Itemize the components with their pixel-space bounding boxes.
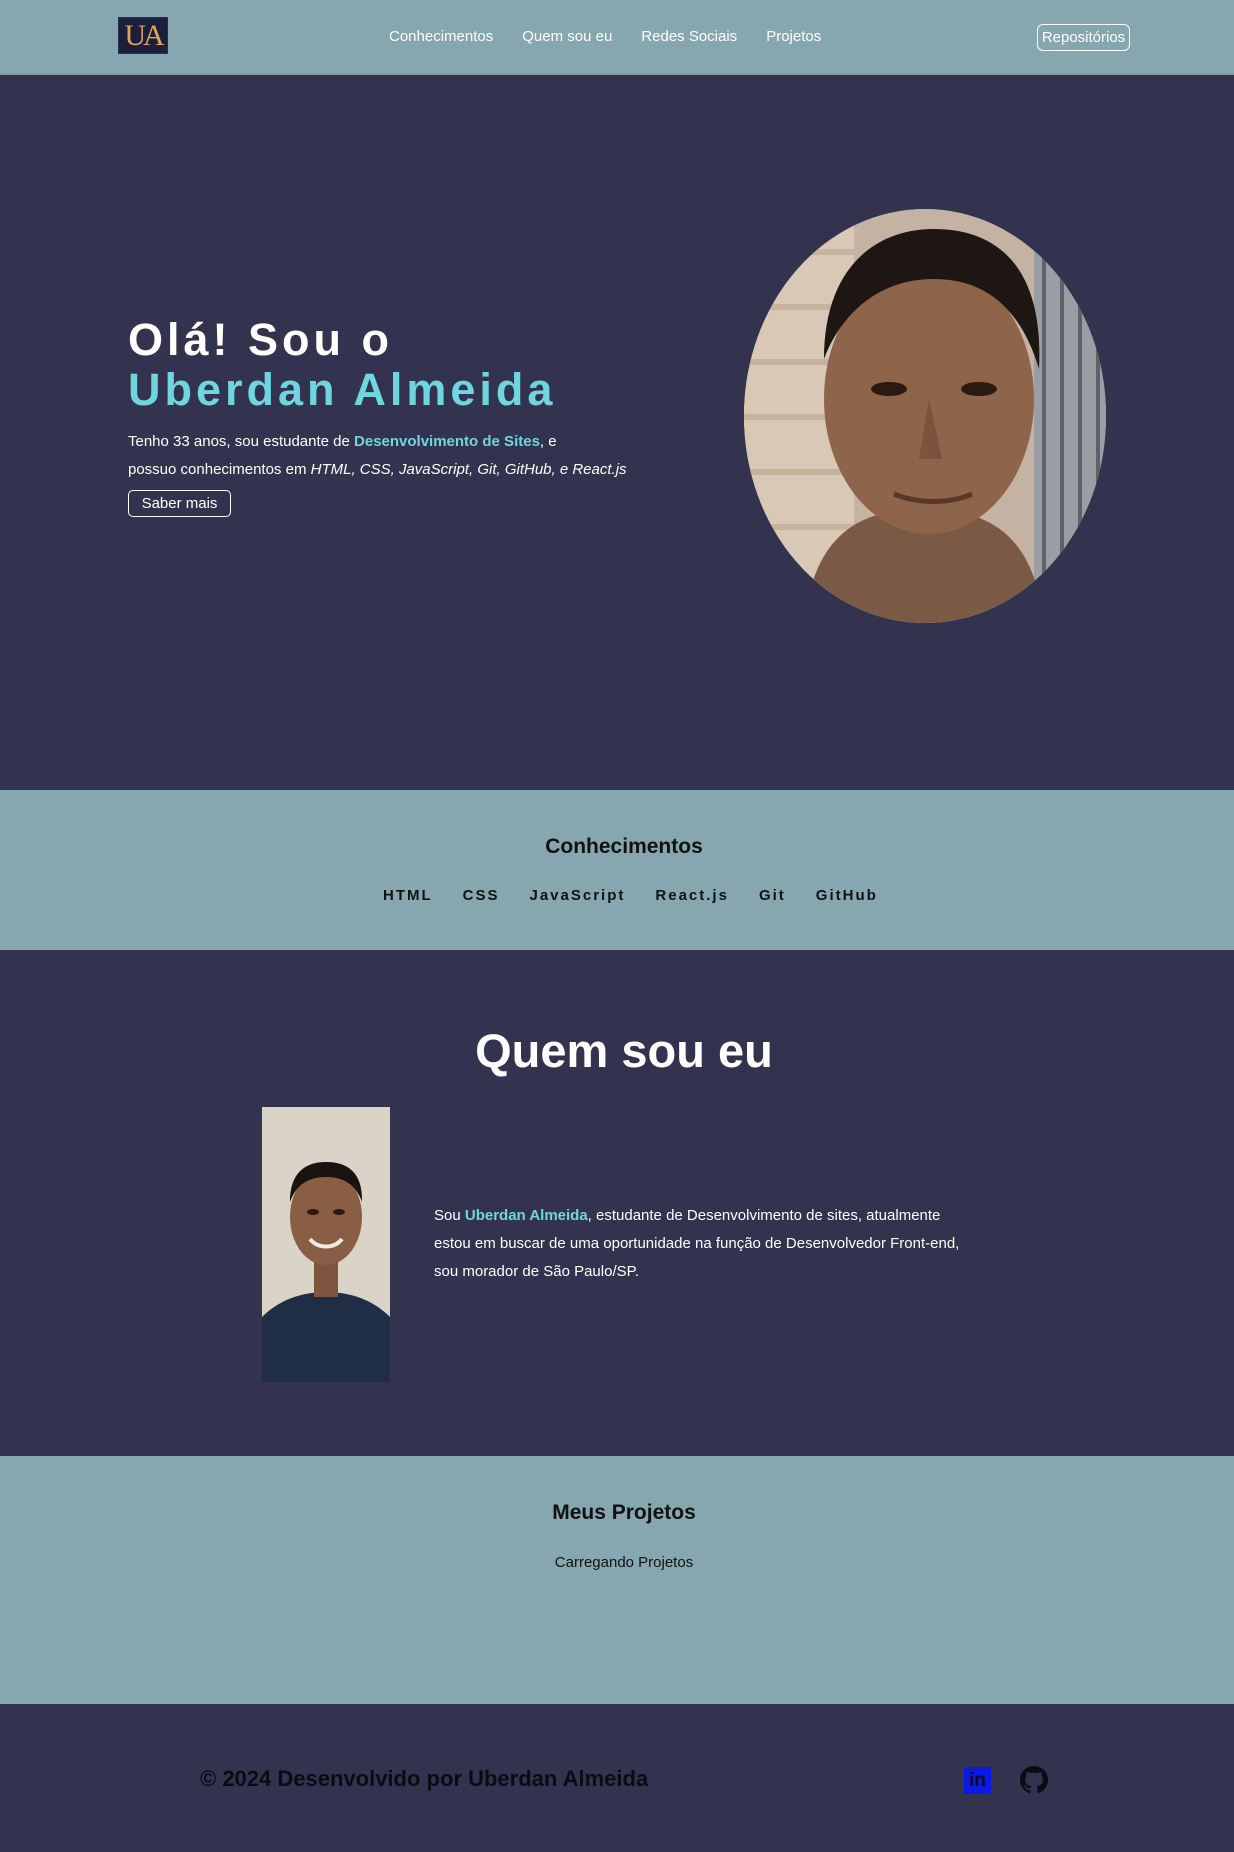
- skills-section: Conhecimentos HTML CSS JavaScript React.…: [0, 790, 1234, 950]
- footer-copyright: © 2024 Desenvolvido por Uberdan Almeida: [200, 1766, 649, 1791]
- hero-desc-highlight: Desenvolvimento de Sites: [354, 433, 540, 450]
- about-text-name: Uberdan Almeida: [464, 1207, 588, 1224]
- about-photo-illustration: [262, 1107, 390, 1382]
- nav-links: Conhecimentos Quem sou eu Redes Sociais …: [389, 28, 850, 45]
- hero-title: Olá! Sou o Uberdan Almeida: [128, 315, 556, 415]
- logo-text: UA: [124, 18, 164, 52]
- profile-photo-illustration: [744, 209, 1106, 623]
- skill-item: JavaScript: [529, 887, 626, 904]
- projects-section: Meus Projetos Carregando Projetos: [0, 1456, 1234, 1704]
- about-title: Quem sou eu: [475, 1024, 773, 1077]
- nav-link-redes-sociais[interactable]: Redes Sociais: [641, 28, 737, 45]
- nav-link-projetos[interactable]: Projetos: [766, 28, 821, 45]
- hero-desc-prefix: Tenho 33 anos, sou estudante de: [128, 433, 355, 450]
- hero-desc-skills: HTML, CSS, JavaScript, Git, GitHub, e Re…: [310, 461, 627, 478]
- footer: © 2024 Desenvolvido por Uberdan Almeida …: [0, 1704, 1234, 1852]
- skill-item: HTML: [383, 887, 433, 904]
- hero-title-name: Uberdan Almeida: [128, 364, 557, 415]
- top-navbar: UA Conhecimentos Quem sou eu Redes Socia…: [0, 0, 1234, 75]
- hero-title-line1: Olá! Sou o: [128, 314, 393, 365]
- skills-title: Conhecimentos: [545, 835, 703, 858]
- hero-description: Tenho 33 anos, sou estudante de Desenvol…: [128, 428, 648, 484]
- skill-item: GitHub: [815, 887, 878, 904]
- projects-loading-text: Carregando Projetos: [554, 1554, 694, 1571]
- hero-desc-line2-prefix: possuo conhecimentos em: [128, 461, 311, 478]
- nav-link-quem-sou-eu[interactable]: Quem sou eu: [522, 28, 612, 45]
- github-icon[interactable]: [1020, 1766, 1048, 1794]
- about-profile-photo: [262, 1107, 390, 1382]
- skill-item: CSS: [462, 887, 500, 904]
- projects-title: Meus Projetos: [552, 1501, 696, 1524]
- hero-profile-photo: [744, 209, 1106, 623]
- site-logo[interactable]: UA: [118, 17, 168, 54]
- linkedin-icon[interactable]: in: [964, 1767, 991, 1794]
- about-text-prefix: Sou: [434, 1207, 465, 1224]
- repositories-button[interactable]: Repositórios: [1037, 24, 1130, 51]
- skill-item: Git: [758, 887, 786, 904]
- about-description: Sou Uberdan Almeida, estudante de Desenv…: [434, 1202, 979, 1286]
- learn-more-button[interactable]: Saber mais: [128, 490, 231, 517]
- skill-item: React.js: [655, 887, 729, 904]
- skills-list: HTML CSS JavaScript React.js Git GitHub: [383, 887, 908, 904]
- nav-link-conhecimentos[interactable]: Conhecimentos: [389, 28, 493, 45]
- about-section: Quem sou eu Sou Uberdan Almeida, estudan…: [0, 950, 1234, 1456]
- hero-desc-mid: , e: [539, 433, 557, 450]
- hero-section: Olá! Sou o Uberdan Almeida Tenho 33 anos…: [0, 75, 1234, 790]
